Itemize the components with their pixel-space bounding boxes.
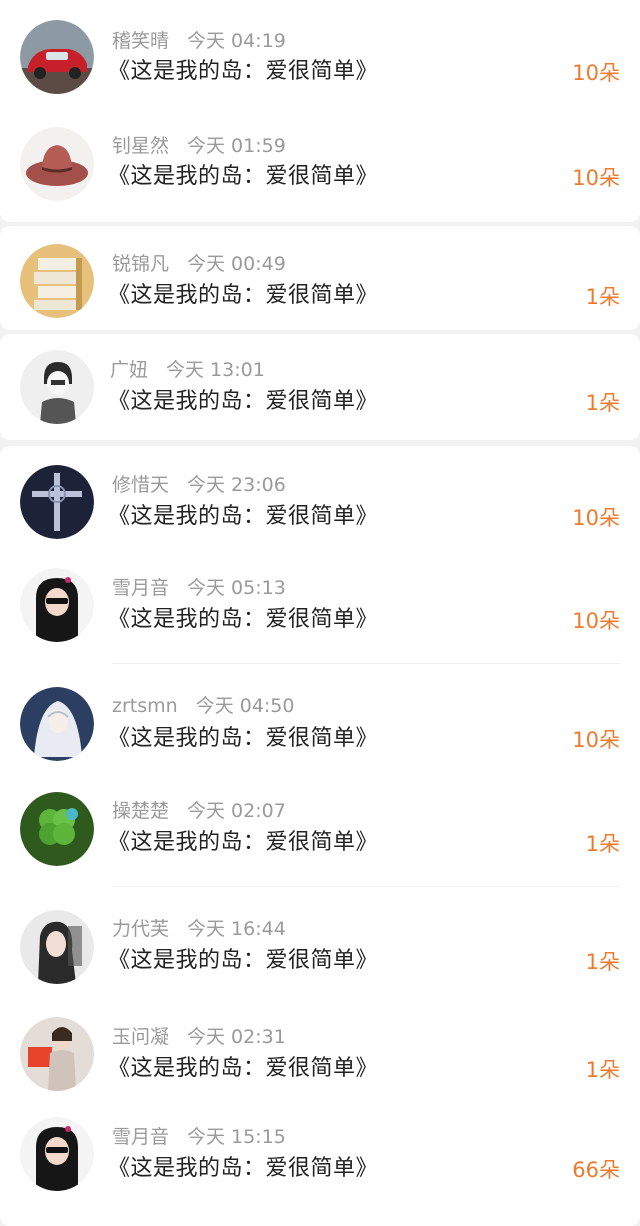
book-title[interactable]: 《这是我的岛：爱很简单》: [108, 826, 378, 860]
list-item[interactable]: zrtsmn 今天 04:50 《这是我的岛：爱很简单》 10朵: [0, 672, 640, 776]
book-title[interactable]: 《这是我的岛：爱很简单》: [108, 500, 378, 534]
user-name[interactable]: zrtsmn: [112, 695, 178, 717]
record-time: 今天 13:01: [166, 359, 265, 381]
book-title[interactable]: 《这是我的岛：爱很简单》: [108, 385, 378, 419]
record-time: 今天 15:15: [187, 1126, 286, 1148]
woman-portrait-avatar[interactable]: [20, 910, 94, 984]
record-time: 今天 04:50: [195, 695, 295, 717]
flower-amount: 1朵: [585, 832, 620, 856]
record-time: 今天 23:06: [187, 474, 286, 496]
record-time: 今天 02:31: [187, 1026, 286, 1048]
flower-amount: 10朵: [572, 609, 620, 633]
book-title[interactable]: 《这是我的岛：爱很简单》: [108, 55, 378, 89]
list-item[interactable]: 稽笑晴 今天 04:19 《这是我的岛：爱很简单》 10朵: [0, 0, 640, 104]
record-time: 今天 02:07: [187, 800, 286, 822]
gift-record-list: 稽笑晴 今天 04:19 《这是我的岛：爱很简单》 10朵 钊星然 今天 01:59…: [0, 0, 640, 1226]
record-time: 今天 00:49: [187, 253, 286, 275]
red-vintage-car-avatar[interactable]: [20, 20, 94, 94]
anime-girl-avatar[interactable]: [20, 687, 94, 761]
divider: [112, 663, 620, 664]
list-item[interactable]: 修惜天 今天 23:06 《这是我的岛：爱很简单》 10朵: [0, 449, 640, 553]
fashion-girl-avatar[interactable]: [20, 1017, 94, 1091]
flower-amount: 10朵: [572, 166, 620, 190]
user-name[interactable]: 稽笑晴: [112, 30, 169, 52]
record-time: 今天 05:13: [187, 577, 286, 599]
list-item[interactable]: 锐锦凡 今天 00:49 《这是我的岛：爱很简单》 1朵: [0, 226, 640, 330]
user-name[interactable]: 修惜天: [112, 474, 169, 496]
flower-amount: 1朵: [585, 950, 620, 974]
clover-avatar[interactable]: [20, 792, 94, 866]
list-item[interactable]: 玉问凝 今天 02:31 《这是我的岛：爱很简单》 1朵: [0, 1004, 640, 1108]
user-name[interactable]: 雪月音: [112, 577, 169, 599]
user-name[interactable]: 锐锦凡: [112, 253, 169, 275]
flower-amount: 10朵: [572, 61, 620, 85]
divider: [112, 886, 620, 887]
book-title[interactable]: 《这是我的岛：爱很简单》: [108, 603, 378, 637]
flower-amount: 10朵: [572, 506, 620, 530]
book-title[interactable]: 《这是我的岛：爱很简单》: [108, 944, 378, 978]
flower-amount: 1朵: [585, 285, 620, 309]
book-title[interactable]: 《这是我的岛：爱很简单》: [108, 279, 378, 313]
user-name[interactable]: 广妞: [110, 359, 148, 381]
cowboy-hat-avatar[interactable]: [20, 127, 94, 201]
user-name[interactable]: 钊星然: [112, 135, 169, 157]
user-name[interactable]: 雪月音: [112, 1126, 169, 1148]
list-item[interactable]: 广妞 今天 13:01 《这是我的岛：爱很简单》 1朵: [0, 334, 640, 438]
girl-sunglasses-avatar[interactable]: [20, 1117, 94, 1191]
book-title[interactable]: 《这是我的岛：爱很简单》: [108, 160, 378, 194]
list-item[interactable]: 钊星然 今天 01:59 《这是我的岛：爱很简单》 10朵: [0, 105, 640, 209]
book-title[interactable]: 《这是我的岛：爱很简单》: [108, 722, 378, 756]
list-item[interactable]: 操楚楚 今天 02:07 《这是我的岛：爱很简单》 1朵: [0, 778, 640, 887]
list-item[interactable]: 雪月音 今天 05:13 《这是我的岛：爱很简单》 10朵: [0, 554, 640, 664]
dark-cross-avatar[interactable]: [20, 465, 94, 539]
record-time: 今天 16:44: [187, 918, 286, 940]
flower-amount: 1朵: [585, 391, 620, 415]
user-name[interactable]: 操楚楚: [112, 800, 169, 822]
books-avatar[interactable]: [20, 244, 94, 318]
flower-amount: 66朵: [572, 1158, 620, 1182]
book-title[interactable]: 《这是我的岛：爱很简单》: [108, 1152, 378, 1186]
girl-sunglasses-avatar[interactable]: [20, 568, 94, 642]
flower-amount: 10朵: [572, 728, 620, 752]
book-title[interactable]: 《这是我的岛：爱很简单》: [108, 1052, 378, 1086]
user-name[interactable]: 玉问凝: [112, 1026, 169, 1048]
record-time: 今天 01:59: [187, 135, 286, 157]
record-time: 今天 04:19: [187, 30, 286, 52]
sketch-boy-avatar[interactable]: [20, 350, 94, 424]
list-item[interactable]: 雪月音 今天 15:15 《这是我的岛：爱很简单》 66朵: [0, 1104, 640, 1208]
user-name[interactable]: 力代芙: [112, 918, 169, 940]
flower-amount: 1朵: [585, 1058, 620, 1082]
list-item[interactable]: 力代芙 今天 16:44 《这是我的岛：爱很简单》 1朵: [0, 896, 640, 1000]
